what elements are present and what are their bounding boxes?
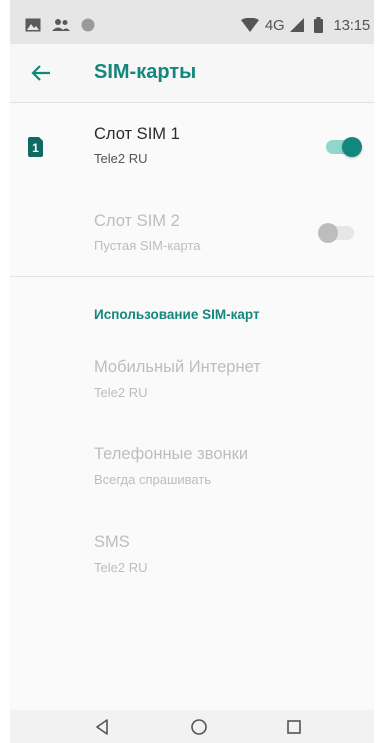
nav-back-button[interactable] (87, 714, 117, 740)
status-bar: 4G 13:15 (10, 0, 374, 44)
home-circle-icon (191, 719, 207, 735)
page-title: SIM-карты (94, 61, 197, 83)
mobile-internet-subtitle: Tele2 RU (94, 385, 148, 400)
device-frame: 4G 13:15 SIM-карты 1 Слот SIM 1 Tele2 RU… (0, 0, 384, 743)
notification-icons (10, 12, 95, 32)
sim-slot-1-toggle[interactable] (326, 137, 362, 157)
toggle-knob (342, 137, 362, 157)
nav-recents-button[interactable] (279, 714, 309, 740)
back-triangle-icon (96, 719, 108, 735)
phone-calls-row: Телефонные звонки Всегда спрашивать (10, 432, 374, 502)
sim-slot-1-title: Слот SIM 1 (94, 125, 180, 143)
section-header: Использование SIM-карт (94, 307, 260, 322)
sim-slot-2-toggle (318, 223, 354, 243)
signal-icon (290, 18, 305, 32)
back-button[interactable] (26, 58, 56, 88)
sim-slot-2-title: Слот SIM 2 (94, 212, 180, 230)
sim-slot-2-row: Слот SIM 2 Пустая SIM-карта (10, 190, 374, 275)
sms-row: SMS Tele2 RU (10, 520, 374, 590)
contacts-notification-icon (51, 18, 71, 32)
network-type-label: 4G (264, 16, 285, 34)
screen: 4G 13:15 SIM-карты 1 Слот SIM 1 Tele2 RU… (10, 0, 374, 743)
recents-square-icon (287, 720, 301, 734)
section-divider (10, 276, 374, 277)
sms-title: SMS (94, 533, 130, 551)
image-notification-icon (25, 18, 41, 32)
svg-text:1: 1 (32, 141, 39, 155)
navigation-bar (10, 710, 374, 743)
sms-subtitle: Tele2 RU (94, 560, 148, 575)
system-status: 4G 13:15 (240, 11, 374, 34)
phone-calls-subtitle: Всегда спрашивать (94, 472, 212, 487)
clock: 13:15 (333, 16, 370, 34)
sim-slot-2-subtitle: Пустая SIM-карта (94, 238, 201, 253)
sim-slot-1-subtitle: Tele2 RU (94, 151, 148, 166)
app-bar: SIM-карты (10, 44, 374, 103)
mobile-internet-row: Мобильный Интернет Tele2 RU (10, 345, 374, 415)
battery-icon (314, 17, 324, 33)
circle-notification-icon (81, 18, 95, 32)
toggle-knob (318, 223, 338, 243)
phone-calls-title: Телефонные звонки (94, 445, 249, 463)
arrow-back-icon (31, 65, 50, 81)
sim-card-1-icon: 1 (28, 137, 43, 157)
mobile-internet-title: Мобильный Интернет (94, 358, 261, 376)
wifi-icon (240, 18, 259, 32)
sim-slot-1-row[interactable]: 1 Слот SIM 1 Tele2 RU (10, 103, 374, 189)
nav-home-button[interactable] (184, 714, 214, 740)
